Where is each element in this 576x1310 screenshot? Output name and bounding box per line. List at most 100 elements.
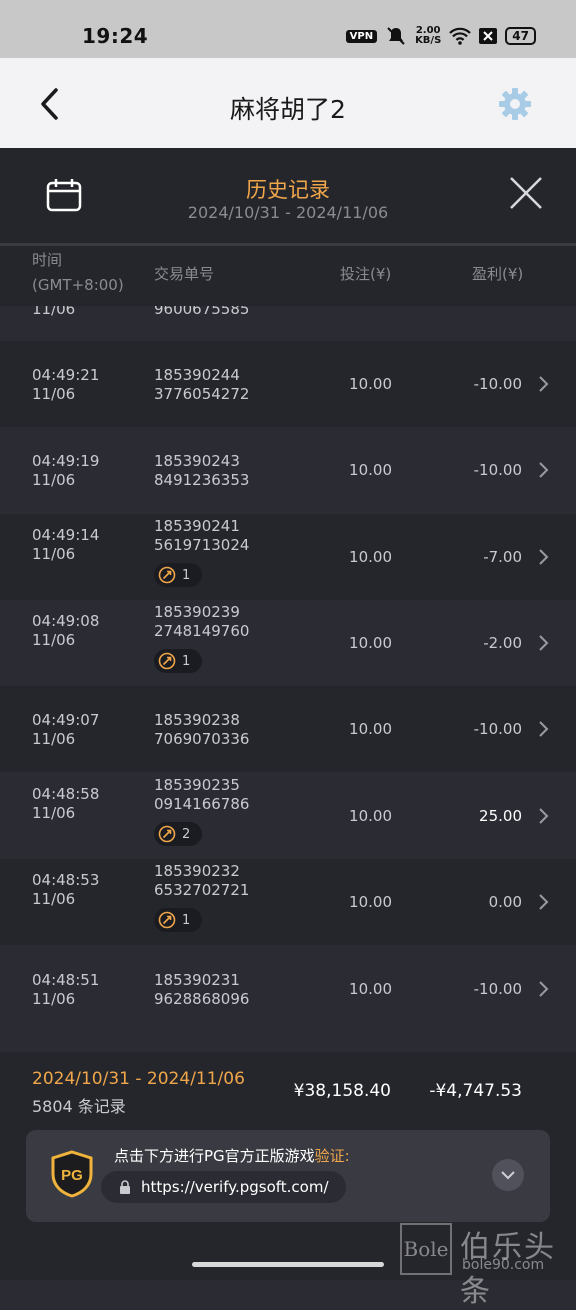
row-order-1: 185390243 <box>154 452 240 470</box>
row-order: 185390243 8491236353 <box>154 452 249 490</box>
summary-total-profit: -¥4,747.53 <box>429 1081 522 1101</box>
table-row[interactable]: 04:48:58 11/06 185390235 0914166786 2 10.0… <box>0 773 576 859</box>
chevron-right-icon[interactable] <box>537 979 551 999</box>
row-order-1: 185390232 <box>154 862 240 880</box>
row-profit: 25.00 <box>479 807 522 825</box>
row-order: 185390231 9628868096 <box>154 971 249 1009</box>
history-date-range: 2024/10/31 - 2024/11/06 <box>187 203 389 222</box>
watermark-logo: Bole <box>400 1223 452 1275</box>
free-spin-badge[interactable]: 2 <box>154 822 202 846</box>
row-bet: 10.00 <box>349 375 392 393</box>
row-date: 11/06 <box>32 990 76 1008</box>
row-order-1: 185390241 <box>154 517 240 535</box>
row-order-2: 7069070336 <box>154 730 250 748</box>
chevron-right-icon[interactable] <box>537 892 551 912</box>
table-row[interactable]: 04:49:08 11/06 185390239 2748149760 1 10.0… <box>0 600 576 686</box>
game-title: 麻将胡了2 <box>230 95 346 124</box>
row-order: 185390232 6532702721 <box>154 862 249 900</box>
col-order: 交易单号 <box>154 265 215 283</box>
close-icon[interactable] <box>509 176 543 210</box>
table-header: 时间 (GMT+8:00) 交易单号 投注(¥) 盈利(¥) <box>0 246 576 306</box>
badge-count: 1 <box>182 567 191 583</box>
row-order: 185390238 7069070336 <box>154 711 249 749</box>
net-speed-unit: KB/S <box>415 35 442 46</box>
row-order-1: 185390238 <box>154 711 240 729</box>
net-speed: 2.00 KB/S <box>415 26 441 46</box>
verify-link[interactable]: https://verify.pgsoft.com/ <box>101 1171 346 1203</box>
chevron-right-icon[interactable] <box>537 633 551 653</box>
table-row[interactable]: 04:48:53 11/06 185390232 6532702721 1 10.0… <box>0 859 576 945</box>
row-profit: -10.00 <box>473 461 522 479</box>
col-timezone: (GMT+8:00) <box>32 276 124 294</box>
row-time: 04:49:08 11/06 <box>32 612 99 650</box>
row-order-2: 5619713024 <box>154 536 250 554</box>
chevron-right-icon[interactable] <box>537 719 551 739</box>
row-profit: -10.00 <box>473 375 522 393</box>
chevron-down-icon[interactable] <box>492 1159 524 1191</box>
table-row[interactable]: 04:49:07 11/06 185390238 7069070336 10.00 … <box>0 686 576 772</box>
row-date: 11/06 <box>32 471 76 489</box>
status-time: 19:24 <box>82 24 149 48</box>
row-date: 11/06 <box>32 804 76 822</box>
status-bar: 19:24 VPN 2.00 KB/S 47 <box>0 0 576 58</box>
row-order-1: 185390235 <box>154 776 240 794</box>
lock-icon <box>120 1180 130 1194</box>
row-time-value: 04:49:08 <box>32 612 100 630</box>
summary-date-range: 2024/10/31 - 2024/11/06 <box>32 1069 245 1089</box>
col-time: 时间 <box>32 251 63 269</box>
gesture-bar[interactable] <box>192 1262 384 1267</box>
row-order: 185390241 5619713024 <box>154 517 249 555</box>
row-time: 04:48:53 11/06 <box>32 871 99 909</box>
chevron-right-icon[interactable] <box>537 547 551 567</box>
row-time: 04:49:21 11/06 <box>32 366 99 404</box>
chevron-right-icon[interactable] <box>537 374 551 394</box>
gear-icon[interactable] <box>497 86 533 122</box>
history-title: 历史记录 <box>246 178 330 202</box>
table-row[interactable]: 04:49:21 11/06 185390244 3776054272 10.00 … <box>0 341 576 427</box>
status-icons: VPN 2.00 KB/S 47 <box>345 24 536 48</box>
verify-banner: PG 点击下方进行PG官方正版游戏验证: https://verify.pgso… <box>26 1130 550 1222</box>
free-spin-icon <box>158 825 176 843</box>
banner-text: 点击下方进行PG官方正版游戏验证: <box>114 1145 350 1166</box>
row-order-2: 9600675585 <box>154 306 250 318</box>
row-time-value: 04:48:51 <box>32 971 100 989</box>
free-spin-badge[interactable]: 1 <box>154 649 202 673</box>
row-order-2: 8491236353 <box>154 471 250 489</box>
row-bet: 10.00 <box>349 634 392 652</box>
row-time-value: 04:49:07 <box>32 711 100 729</box>
summary-record-count: 5804 条记录 <box>32 1097 126 1116</box>
free-spin-icon <box>158 911 176 929</box>
verify-url: https://verify.pgsoft.com/ <box>141 1178 329 1196</box>
pg-logo: PG <box>51 1150 93 1198</box>
banner-message: 点击下方进行PG官方正版游戏 <box>114 1147 315 1165</box>
free-spin-badge[interactable]: 1 <box>154 563 202 587</box>
badge-count: 1 <box>182 653 191 669</box>
table-row[interactable]: 04:48:51 11/06 185390231 9628868096 10.00 … <box>0 946 576 1032</box>
row-time-value: 04:49:14 <box>32 526 100 544</box>
row-time-value: 04:48:58 <box>32 785 100 803</box>
banner-verify-label: 验证: <box>314 1147 350 1165</box>
transaction-list[interactable]: 11/06 9600675585 04:49:21 11/06 185390244… <box>0 306 576 1052</box>
row-profit: -7.00 <box>483 548 522 566</box>
row-order: 9600675585 <box>154 306 249 319</box>
free-spin-badge[interactable]: 1 <box>154 908 202 932</box>
vpn-icon: VPN <box>345 29 378 43</box>
row-order-1: 185390231 <box>154 971 240 989</box>
chevron-right-icon[interactable] <box>537 460 551 480</box>
table-row[interactable]: 04:49:19 11/06 185390243 8491236353 10.00 … <box>0 427 576 513</box>
row-profit: -10.00 <box>473 980 522 998</box>
row-time: 04:49:14 11/06 <box>32 526 99 564</box>
row-date: 11/06 <box>32 730 76 748</box>
col-profit: 盈利(¥) <box>472 265 524 283</box>
free-spin-icon <box>158 652 176 670</box>
table-row[interactable]: 04:49:14 11/06 185390241 5619713024 1 10.0… <box>0 514 576 600</box>
row-profit: -10.00 <box>473 720 522 738</box>
history-header: 历史记录 2024/10/31 - 2024/11/06 <box>0 148 576 243</box>
row-order-2: 6532702721 <box>154 881 250 899</box>
row-bet: 10.00 <box>349 461 392 479</box>
table-row[interactable]: 11/06 9600675585 <box>0 306 576 340</box>
row-time-value: 04:48:53 <box>32 871 100 889</box>
row-date: 11/06 <box>32 385 76 403</box>
row-time: 04:49:19 11/06 <box>32 452 99 490</box>
chevron-right-icon[interactable] <box>537 806 551 826</box>
